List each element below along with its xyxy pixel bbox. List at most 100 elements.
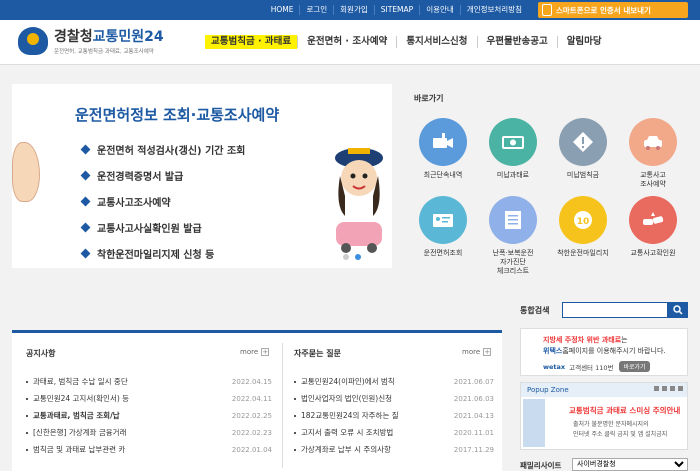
topnav-sitemap[interactable]: SITEMAP (373, 5, 419, 15)
popup-image (523, 399, 545, 447)
notice-row[interactable]: 범칙금 및 과태료 납부관련 카 2022.01.04 (26, 441, 272, 458)
search-button[interactable] (668, 302, 688, 318)
notice-row[interactable]: [신한은행] 가상계좌 금융거래 2022.02.23 (26, 424, 272, 441)
topnav-privacy[interactable]: 개인정보처리방침 (459, 5, 528, 15)
police-emblem-icon (18, 26, 48, 55)
diamond-bullet-icon (80, 144, 91, 154)
popup-headline: 교통범칙금 과태료 스미싱 주의안내 (569, 406, 681, 415)
next-icon[interactable] (678, 386, 683, 391)
shortcut-license-inquiry[interactable]: 운전면허조회 (408, 196, 478, 258)
prev-icon[interactable] (654, 386, 659, 391)
export-certificate-button[interactable]: 스마트폰으로 인증서 내보내기 (538, 2, 688, 18)
ad-line-3: wetax 고객센터 110번 바로가기 (543, 361, 650, 372)
faq-more-button[interactable]: more + (462, 348, 492, 356)
notice-more-button[interactable]: more + (240, 348, 270, 356)
banner-title: 운전면허정보 조회·교통조사예약 (75, 106, 280, 124)
gnb-fines[interactable]: 교통범칙금 · 과태료 (205, 35, 298, 49)
popup-zone[interactable]: Popup Zone 교통범칙금 과태료 스미싱 주의안내 출처가 불분명한 문… (520, 382, 688, 450)
family-site-label: 패밀리사이트 (520, 461, 562, 470)
popup-text: 인터넷 주소 클릭 금지 및 앱 설치금지 (573, 431, 668, 438)
plus-icon: + (483, 348, 492, 356)
faq-row[interactable]: 고지서 출력 오류 시 조치방법 2020.11.01 (294, 424, 494, 441)
notice-row[interactable]: 과태료, 범칙금 수납 일시 중단 2022.04.15 (26, 373, 272, 390)
banner-item: 운전경력증명서 발급 (80, 162, 245, 188)
warning-icon (559, 118, 607, 166)
search-input[interactable] (562, 302, 668, 318)
search-title: 통합검색 (520, 306, 550, 315)
shortcut-good-driving-mileage[interactable]: 10 착한운전마일리지 (548, 196, 618, 258)
notice-row[interactable]: 교통과태료, 범칙금 조회/납 2022.02.25 (26, 407, 272, 424)
logo-name: 경찰청교통민원24 (54, 29, 164, 45)
gnb-notification[interactable]: 통지서비스신청 (396, 36, 476, 48)
checklist-icon (489, 196, 537, 244)
gnb-returned-mail[interactable]: 우편물반송공고 (476, 36, 557, 48)
notice-list: 과태료, 범칙금 수납 일시 중단 2022.04.15 교통민원24 고지서(확… (26, 373, 272, 458)
family-site: 패밀리사이트 사이버경찰청 (520, 458, 688, 471)
gnb-notices[interactable]: 알림마당 (556, 36, 611, 48)
faq-list: 교통민원24(이파인)에서 범칙 2021.06.07 법인사업자의 법인(민원)… (294, 373, 494, 458)
banner-item: 교통사고사실확인원 발급 (80, 214, 245, 240)
header: 경찰청교통민원24 운전면허, 교통범칙금·과태료, 교통조사예약 교통범칙금 … (0, 20, 700, 65)
family-site-select[interactable]: 사이버경찰청 (572, 458, 688, 471)
search-icon (673, 305, 683, 315)
pager-dot[interactable] (343, 254, 349, 260)
banner-item: 착한운전마일리지제 신청 등 (80, 240, 245, 266)
svg-text:10: 10 (577, 217, 590, 227)
shortcut-accident-booking[interactable]: 교통사고 조사예약 (618, 118, 688, 189)
top-utility-bar: HOME 로그인 회원가입 SITEMAP 이용안내 개인정보처리방침 스마트폰… (0, 0, 700, 20)
pause-icon[interactable] (662, 386, 667, 391)
shortcut-reckless-checklist[interactable]: 난폭·보복운전 자가진단 체크리스트 (478, 196, 548, 276)
topnav-login[interactable]: 로그인 (299, 5, 333, 15)
diamond-bullet-icon (80, 222, 91, 232)
shortcut-recent-violations[interactable]: 최근단속내역 (408, 118, 478, 180)
topnav-home[interactable]: HOME (265, 5, 300, 15)
smartphone-icon (542, 4, 552, 16)
plus-icon: + (261, 348, 270, 356)
mileage-icon: 10 (559, 196, 607, 244)
faq-row[interactable]: 교통민원24(이파인)에서 범칙 2021.06.07 (294, 373, 494, 390)
faq-row[interactable]: 182교통민원24의 자주하는 질 2021.04.13 (294, 407, 494, 424)
accident-icon (629, 196, 677, 244)
panel-divider (282, 343, 283, 468)
board-panel: 공지사항 more + 과태료, 범칙금 수납 일시 중단 2022.04.15 교… (12, 330, 502, 471)
camera-icon (419, 118, 467, 166)
car-icon (629, 118, 677, 166)
topnav-signup[interactable]: 회원가입 (333, 5, 374, 15)
wetax-link-button[interactable]: 바로가기 (619, 361, 650, 372)
diamond-bullet-icon (80, 248, 91, 258)
faq-title: 자주묻는 질문 (294, 349, 341, 358)
top-nav: HOME 로그인 회원가입 SITEMAP 이용안내 개인정보처리방침 (265, 0, 528, 20)
pager-dot-active[interactable] (355, 254, 361, 260)
banner-list: 운전면허 적성검사(갱신) 기간 조회 운전경력증명서 발급 교통사고조사예약 … (80, 136, 245, 266)
police-mascot-icon (335, 148, 383, 253)
shortcut-accident-certificate[interactable]: 교통사고확인원 (618, 196, 688, 258)
play-icon[interactable] (670, 386, 675, 391)
banner-item: 교통사고조사예약 (80, 188, 245, 214)
money-icon (489, 118, 537, 166)
export-certificate-label: 스마트폰으로 인증서 내보내기 (556, 5, 651, 15)
shortcut-unpaid-penalty[interactable]: 미납범칙금 (548, 118, 618, 180)
hand-illustration (12, 142, 40, 202)
banner-item: 운전면허 적성검사(갱신) 기간 조회 (80, 136, 245, 162)
popup-controls (654, 386, 683, 391)
ad-line-2: 위택스홈페이지를 이용해주시기 바랍니다. (543, 347, 666, 355)
notice-title: 공지사항 (26, 349, 56, 358)
shortcut-unpaid-fines[interactable]: 미납과태료 (478, 118, 548, 180)
diamond-bullet-icon (80, 170, 91, 180)
faq-row[interactable]: 가상계좌로 납부 시 주의사항 2017.11.29 (294, 441, 494, 458)
main-nav: 교통범칙금 · 과태료 운전면허 · 조사예약 통지서비스신청 우편물반송공고 … (205, 30, 611, 54)
banner-pager (343, 254, 361, 260)
notice-row[interactable]: 교통민원24 고지서(확인서) 등 2022.04.11 (26, 390, 272, 407)
integrated-search: 통합검색 (520, 302, 688, 318)
diamond-bullet-icon (80, 196, 91, 206)
faq-row[interactable]: 법인사업자의 법인(민원)신청 2021.06.03 (294, 390, 494, 407)
main-banner[interactable]: 운전면허정보 조회·교통조사예약 운전면허 적성검사(갱신) 기간 조회 운전경… (12, 84, 392, 268)
popup-text: 출처가 불분명한 문자메시지의 (573, 421, 649, 428)
topnav-guide[interactable]: 이용안내 (419, 5, 460, 15)
wetax-banner[interactable]: 지방세 주정차 위반 과태료는 위택스홈페이지를 이용해주시기 바랍니다. we… (520, 328, 688, 376)
gnb-license[interactable]: 운전면허 · 조사예약 (297, 36, 396, 48)
site-logo[interactable]: 경찰청교통민원24 운전면허, 교통범칙금·과태료, 교통조사예약 (18, 26, 164, 55)
license-icon (419, 196, 467, 244)
shortcut-title: 바로가기 (414, 94, 444, 103)
logo-subtitle: 운전면허, 교통범칙금·과태료, 교통조사예약 (54, 49, 154, 55)
